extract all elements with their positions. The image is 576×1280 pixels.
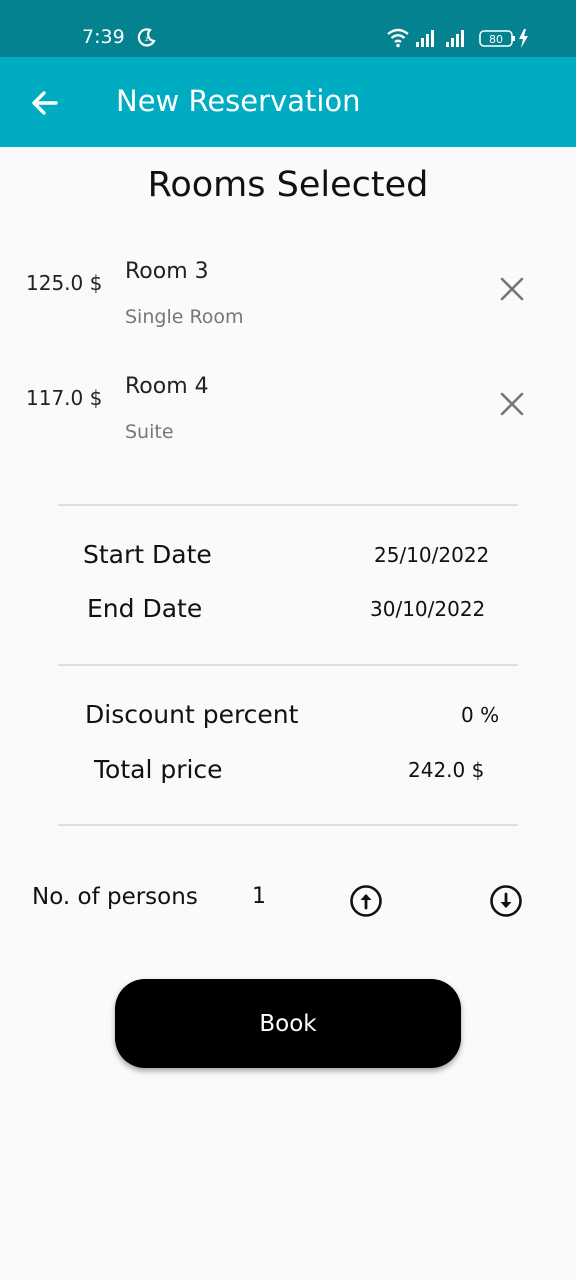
divider — [58, 664, 518, 666]
room-price: 125.0 $ — [26, 271, 103, 295]
start-date-label: Start Date — [83, 540, 212, 569]
persons-label: No. of persons — [32, 884, 198, 910]
end-date-label: End Date — [87, 594, 203, 623]
divider — [58, 824, 518, 826]
charging-icon — [519, 29, 528, 48]
room-name: Room 4 — [125, 374, 209, 399]
wifi-icon — [387, 28, 409, 48]
room-type: Single Room — [125, 306, 244, 328]
signal-icon — [416, 30, 434, 47]
total-price-label: Total price — [94, 755, 223, 784]
system-icons: 80 — [387, 28, 528, 48]
room-item: 125.0 $ Room 3 Single Room — [0, 255, 576, 345]
signal-icon — [446, 30, 464, 47]
persons-count: 1 — [252, 884, 266, 909]
status-bar: 7:39 z 80 — [0, 0, 576, 57]
battery-icon: 80 — [479, 30, 515, 47]
back-arrow-icon[interactable] — [28, 86, 62, 120]
close-icon[interactable] — [496, 388, 528, 420]
page-title: New Reservation — [116, 84, 361, 118]
status-time: 7:39 — [82, 26, 125, 48]
svg-text:80: 80 — [489, 33, 503, 46]
divider — [58, 504, 518, 506]
discount-label: Discount percent — [85, 700, 299, 729]
discount-value: 0 % — [461, 703, 500, 727]
end-date-value: 30/10/2022 — [370, 597, 486, 621]
svg-text:z: z — [145, 35, 149, 43]
start-date-value: 25/10/2022 — [374, 543, 490, 567]
room-type: Suite — [125, 421, 174, 443]
book-button[interactable]: Book — [115, 979, 461, 1068]
section-heading: Rooms Selected — [147, 165, 429, 205]
total-price-value: 242.0 $ — [408, 758, 485, 782]
arrow-up-circle-icon[interactable] — [349, 884, 383, 918]
moon-icon: z — [137, 28, 156, 47]
arrow-down-circle-icon[interactable] — [489, 884, 523, 918]
room-name: Room 3 — [125, 259, 209, 284]
room-item: 117.0 $ Room 4 Suite — [0, 370, 576, 460]
close-icon[interactable] — [496, 273, 528, 305]
room-price: 117.0 $ — [26, 386, 103, 410]
app-bar: New Reservation — [0, 57, 576, 147]
